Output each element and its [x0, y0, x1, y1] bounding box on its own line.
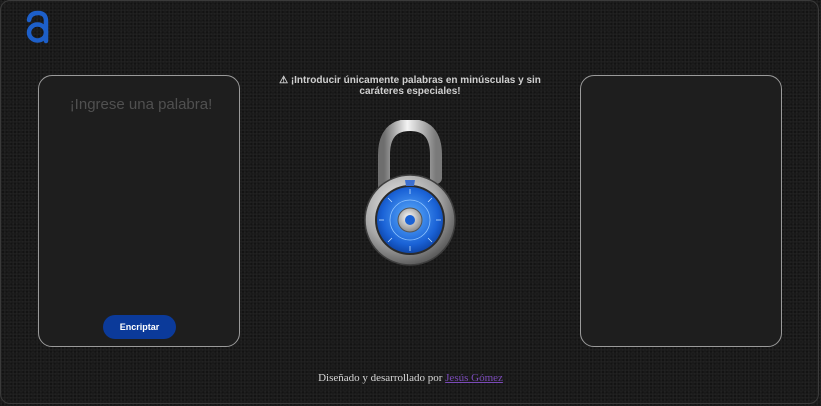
- warning-text: ¡Introducir únicamente palabras en minús…: [290, 75, 541, 97]
- word-input[interactable]: [49, 94, 233, 298]
- alura-a-logo-icon[interactable]: [24, 10, 52, 44]
- encrypt-button[interactable]: Encriptar: [103, 315, 176, 339]
- author-link[interactable]: Jesús Gómez: [445, 372, 503, 384]
- warning-message: ⚠ ¡Introducir únicamente palabras en min…: [270, 75, 550, 97]
- footer-text: Diseñado y desarrollado por: [318, 372, 443, 384]
- output-panel: [580, 75, 782, 347]
- warning-icon: ⚠: [279, 75, 289, 86]
- padlock-icon: [364, 120, 456, 266]
- input-panel: Encriptar: [38, 75, 240, 347]
- footer: Diseñado y desarrollado por Jesús Gómez: [0, 372, 821, 384]
